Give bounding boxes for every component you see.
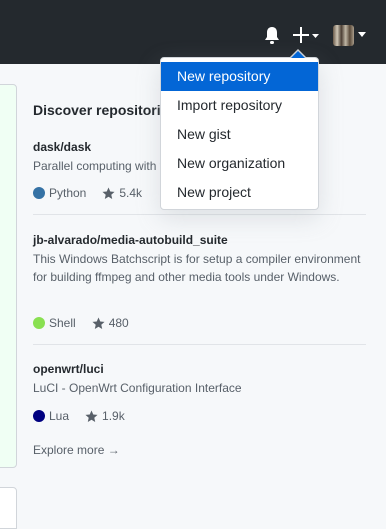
language-color-dot [33,317,45,329]
repo-language: Lua [49,409,70,423]
star-icon[interactable] [102,186,115,200]
star-icon[interactable] [85,409,98,423]
menu-item-import-repository[interactable]: Import repository [161,91,318,120]
left-panel [0,84,17,468]
divider [33,344,366,345]
repo-link[interactable]: dask/dask [33,140,91,154]
repo-link[interactable]: jb-alvarado/media-autobuild_suite [33,233,228,247]
repo-link[interactable]: openwrt/luci [33,362,104,376]
left-panel-bottom [0,487,17,529]
language-color-dot [33,187,45,199]
avatar[interactable] [333,25,354,46]
explore-more-link[interactable]: Explore more → [33,443,120,457]
bell-icon[interactable] [263,26,281,46]
repo-stars[interactable]: 5.4k [119,186,142,200]
plus-icon[interactable] [293,25,323,47]
repo-description: This Windows Batchscript is for setup a … [33,252,361,284]
language-color-dot [33,410,45,422]
repo-stars[interactable]: 480 [109,316,129,330]
menu-item-new-organization[interactable]: New organization [161,149,318,178]
divider [33,214,366,215]
create-new-dropdown: New repository Import repository New gis… [160,57,319,210]
repo-meta: Python 5.4k [33,186,142,200]
dropdown-caret-fill [291,51,305,58]
top-navigation-bar [0,0,386,64]
repo-description: LuCI - OpenWrt Configuration Interface [33,381,242,395]
caret-down-icon [358,32,366,37]
discover-title: Discover repositories [33,102,177,118]
caret-down-icon [312,34,319,38]
repo-meta: Shell 480 [33,316,129,330]
star-icon[interactable] [92,316,105,330]
repo-language: Python [49,186,87,200]
user-menu[interactable] [331,24,371,48]
menu-item-new-gist[interactable]: New gist [161,120,318,149]
menu-item-new-repository[interactable]: New repository [161,62,318,91]
repo-stars[interactable]: 1.9k [102,409,125,423]
repo-language: Shell [49,316,76,330]
menu-item-new-project[interactable]: New project [161,178,318,207]
repo-meta: Lua 1.9k [33,409,125,423]
